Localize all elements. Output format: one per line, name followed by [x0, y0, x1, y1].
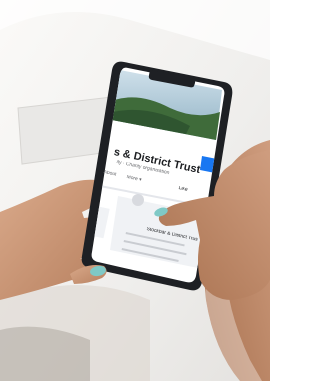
scene — [0, 0, 270, 381]
avatar — [132, 194, 144, 206]
photo-frame: s & District Trust ity · Charity organis… — [0, 0, 270, 381]
